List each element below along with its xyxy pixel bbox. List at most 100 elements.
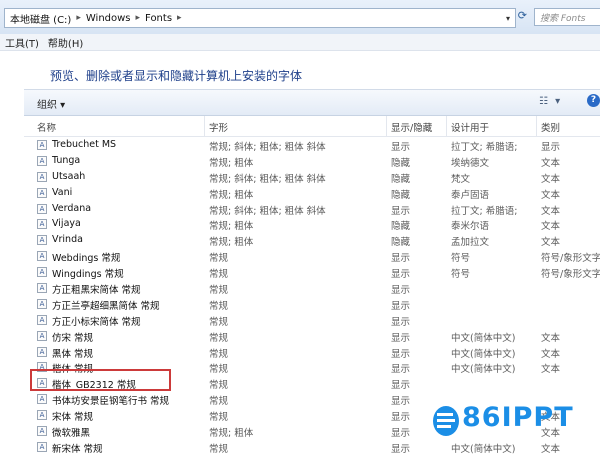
font-file-icon: A bbox=[37, 219, 47, 230]
font-style: 常规 bbox=[209, 412, 229, 424]
font-style: 常规 bbox=[209, 316, 229, 328]
menu-help[interactable]: 帮助(H) bbox=[43, 35, 87, 50]
font-purpose: 中文(简体中文) bbox=[451, 443, 516, 455]
font-file-icon: A bbox=[37, 394, 47, 405]
font-style: 常规; 斜体; 粗体; 粗体 斜体 bbox=[209, 142, 326, 153]
font-style: 常规 bbox=[209, 364, 229, 376]
table-row[interactable]: A Wingdings 常规 常规 显示 符号 符号/象形文字 bbox=[24, 264, 600, 280]
font-name: 方正小标宋简体 常规 bbox=[52, 316, 141, 328]
table-row[interactable]: A 方正粗黑宋简体 常规 常规 显示 bbox=[24, 280, 600, 296]
menu-bar: 工具(T) 帮助(H) bbox=[0, 34, 600, 51]
font-file-icon: A bbox=[37, 203, 47, 214]
font-name: 黑体 常规 bbox=[52, 348, 94, 360]
col-show[interactable]: 显示/隐藏 bbox=[391, 120, 432, 134]
font-visibility: 显示 bbox=[391, 380, 411, 392]
font-name: 宋体 常规 bbox=[52, 412, 94, 424]
breadcrumb[interactable]: 本地磁盘 (C:) ▸ Windows ▸ Fonts ▸ ▾ bbox=[4, 8, 516, 28]
font-name: Verdana bbox=[52, 202, 92, 214]
font-file-icon: A bbox=[37, 140, 47, 150]
font-file-icon: A bbox=[37, 283, 47, 294]
crumb-windows[interactable]: Windows bbox=[83, 13, 134, 24]
font-category: 文本 bbox=[541, 189, 561, 201]
table-row[interactable]: A 方正小标宋简体 常规 常规 显示 bbox=[24, 312, 600, 328]
font-category: 文本 bbox=[541, 443, 561, 455]
menu-tools[interactable]: 工具(T) bbox=[0, 35, 43, 50]
refresh-icon[interactable]: ⟳ bbox=[518, 9, 527, 22]
font-style: 常规 bbox=[209, 300, 229, 312]
font-name: 方正兰亭超细黑简体 常规 bbox=[52, 300, 160, 312]
font-name: 方正粗黑宋简体 常规 bbox=[52, 285, 141, 297]
watermark-logo-icon bbox=[433, 406, 459, 436]
font-file-icon: A bbox=[37, 171, 47, 182]
crumb-drive[interactable]: 本地磁盘 (C:) bbox=[7, 11, 74, 26]
font-visibility: 显示 bbox=[391, 364, 411, 376]
column-header: 名称 字形 显示/隐藏 设计用于 类别 bbox=[24, 116, 600, 137]
font-file-icon: A bbox=[37, 155, 47, 166]
font-file-icon: A bbox=[37, 426, 47, 437]
table-row[interactable]: A Webdings 常规 常规 显示 符号 符号/象形文字 bbox=[24, 248, 600, 264]
table-row[interactable]: A 仿宋 常规 常规 显示 中文(简体中文) 文本 bbox=[24, 328, 600, 344]
font-style: 常规 bbox=[209, 348, 229, 360]
table-row[interactable]: A Utsaah 常规; 斜体; 粗体; 粗体 斜体 隐藏 梵文 文本 bbox=[24, 169, 600, 185]
chevron-right-icon[interactable]: ▸ bbox=[74, 13, 83, 23]
font-visibility: 显示 bbox=[391, 332, 411, 344]
font-purpose: 泰卢固语 bbox=[451, 189, 490, 201]
chevron-right-icon[interactable]: ▸ bbox=[134, 13, 143, 23]
col-style[interactable]: 字形 bbox=[209, 120, 228, 134]
chevron-right-icon[interactable]: ▸ bbox=[175, 13, 184, 23]
table-row[interactable]: A 黑体 常规 常规 显示 中文(简体中文) 文本 bbox=[24, 344, 600, 360]
font-file-icon: A bbox=[37, 267, 47, 278]
font-category: 文本 bbox=[541, 205, 561, 217]
table-row[interactable]: A Tunga 常规; 粗体 隐藏 埃纳德文 文本 bbox=[24, 153, 600, 169]
col-purpose[interactable]: 设计用于 bbox=[451, 120, 489, 134]
table-row[interactable]: A 方正兰亭超细黑简体 常规 常规 显示 bbox=[24, 296, 600, 312]
font-visibility: 显示 bbox=[391, 205, 411, 217]
font-visibility: 显示 bbox=[391, 300, 411, 312]
crumb-fonts[interactable]: Fonts bbox=[142, 13, 175, 24]
font-name: 新宋体 常规 bbox=[52, 443, 103, 455]
font-visibility: 显示 bbox=[391, 348, 411, 360]
font-category: 文本 bbox=[541, 348, 561, 360]
font-category: 文本 bbox=[541, 332, 561, 344]
view-options-icon[interactable]: ☷ ▾ bbox=[539, 96, 562, 107]
font-purpose: 中文(简体中文) bbox=[451, 364, 516, 376]
col-category[interactable]: 类别 bbox=[541, 120, 560, 134]
font-style: 常规; 粗体 bbox=[209, 189, 254, 201]
font-visibility: 隐藏 bbox=[391, 157, 411, 169]
font-name: Utsaah bbox=[52, 170, 86, 182]
font-category: 文本 bbox=[541, 221, 561, 233]
organize-button[interactable]: 组织 ▾ bbox=[37, 96, 65, 111]
table-row[interactable]: A Vijaya 常规; 粗体 隐藏 泰米尔语 文本 bbox=[24, 216, 600, 232]
table-row[interactable]: A Trebuchet MS 常规; 斜体; 粗体; 粗体 斜体 显示 拉丁文; 希腊语… bbox=[24, 137, 600, 153]
font-visibility: 显示 bbox=[391, 253, 411, 265]
help-icon[interactable]: ? bbox=[587, 94, 600, 107]
font-name: Tunga bbox=[52, 154, 81, 166]
col-name[interactable]: 名称 bbox=[37, 120, 56, 134]
font-style: 常规 bbox=[209, 443, 229, 455]
font-style: 常规; 粗体 bbox=[209, 237, 254, 249]
font-visibility: 隐藏 bbox=[391, 189, 411, 201]
font-visibility: 显示 bbox=[391, 443, 411, 455]
watermark-text: 86IPPT bbox=[462, 402, 574, 433]
font-name: 仿宋 常规 bbox=[52, 332, 94, 344]
address-dropdown-icon[interactable]: ▾ bbox=[501, 14, 515, 23]
font-name: Vrinda bbox=[52, 234, 83, 246]
font-category: 符号/象形文字 bbox=[541, 253, 600, 265]
font-style: 常规 bbox=[209, 396, 229, 408]
font-visibility: 显示 bbox=[391, 412, 411, 424]
table-row[interactable]: A Vani 常规; 粗体 隐藏 泰卢固语 文本 bbox=[24, 185, 600, 201]
search-input[interactable]: 搜索 Fonts bbox=[534, 8, 600, 26]
font-purpose: 中文(简体中文) bbox=[451, 348, 516, 360]
font-purpose: 拉丁文; 希腊语; bbox=[451, 142, 518, 153]
font-purpose: 符号 bbox=[451, 269, 471, 281]
font-category: 符号/象形文字 bbox=[541, 269, 600, 281]
font-file-icon: A bbox=[37, 251, 47, 262]
font-file-icon: A bbox=[37, 330, 47, 341]
font-style: 常规; 粗体 bbox=[209, 157, 254, 169]
highlight-box bbox=[30, 369, 171, 391]
font-category: 文本 bbox=[541, 364, 561, 376]
table-row[interactable]: A Vrinda 常规; 粗体 隐藏 孟加拉文 文本 bbox=[24, 232, 600, 248]
font-style: 常规 bbox=[209, 332, 229, 344]
font-purpose: 符号 bbox=[451, 253, 471, 265]
table-row[interactable]: A Verdana 常规; 斜体; 粗体; 粗体 斜体 显示 拉丁文; 希腊语; 文本 bbox=[24, 201, 600, 217]
